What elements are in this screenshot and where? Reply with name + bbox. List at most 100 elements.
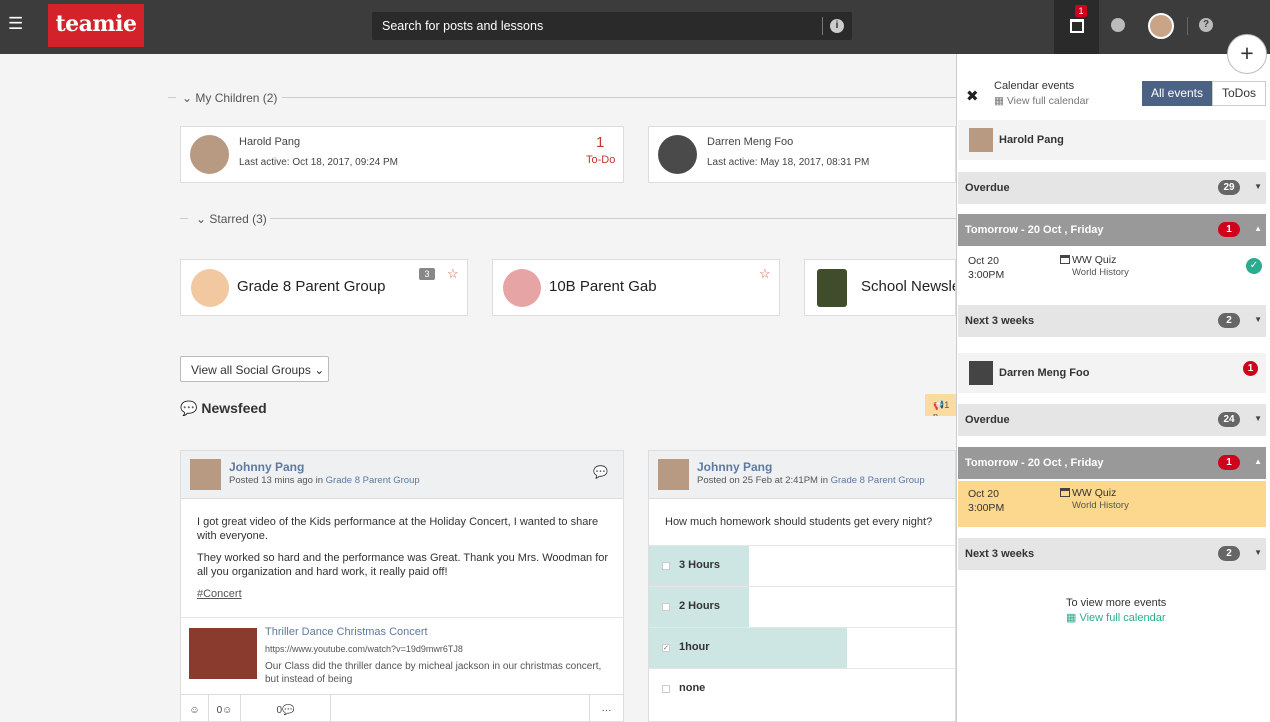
info-icon[interactable]: i [830,19,844,33]
poll-option[interactable]: none [649,668,955,708]
todo-label[interactable]: To-Do [586,154,615,166]
group-label: Overdue [965,182,1010,194]
section-divider [270,218,956,219]
poll-option[interactable]: 2 Hours [649,586,955,627]
caret-up-icon: ▲ [1254,457,1262,466]
group-next-weeks[interactable]: Next 3 weeks 2 ▼ [958,305,1266,337]
group-overdue[interactable]: Overdue 24 ▼ [958,404,1266,436]
event-course: World History [1072,500,1129,511]
calendar-event[interactable]: Oct 20 3:00PM WW Quiz World History ✓ [958,248,1266,294]
teamie-logo[interactable]: teamie [48,4,144,47]
post-author-avatar[interactable] [190,459,221,490]
more-options-button[interactable]: ··· [589,695,623,722]
kid-avatar [969,128,993,152]
hashtag-link[interactable]: #Concert [197,588,242,600]
event-date: Oct 20 [968,488,999,500]
poll-option-label: 1hour [679,641,710,653]
post-author[interactable]: Johnny Pang [229,460,304,474]
group-tomorrow[interactable]: Tomorrow - 20 Oct , Friday 1 ▲ [958,214,1266,246]
user-avatar[interactable] [1148,13,1174,39]
globe-icon[interactable] [1111,18,1125,32]
link-description: Our Class did the thriller dance by mich… [265,661,602,685]
group-logo [191,269,229,307]
help-icon[interactable]: ? [1199,18,1213,32]
child-avatar [190,135,229,174]
group-count: 1 [1218,455,1240,470]
todo-count[interactable]: 1 [596,134,604,151]
view-all-social-groups-button[interactable]: View all Social Groups ⌄ [180,356,329,382]
comment-icon[interactable]: 💬 [593,465,608,479]
view-all-label: View all Social Groups [191,363,311,377]
group-card-grade8[interactable]: Grade 8 Parent Group 3 ☆ [180,259,468,316]
event-time: 3:00PM [968,269,1005,281]
announcement-chip[interactable]: 📢1 n [925,394,956,416]
link-title[interactable]: Thriller Dance Christmas Concert [265,626,428,638]
post-divider [181,617,623,618]
post-meta: Posted on 25 Feb at 2:41PM in Grade 8 Pa… [697,475,925,486]
post-body-para2: They worked so hard and the performance … [197,552,609,578]
link-url[interactable]: https://www.youtube.com/watch?v=19d9mwr6… [265,644,463,654]
post-group-link[interactable]: Grade 8 Parent Group [326,475,420,486]
group-next-weeks[interactable]: Next 3 weeks 2 ▼ [958,538,1266,570]
comments-count[interactable]: 0💬 [241,695,331,722]
poll-option-label: 2 Hours [679,600,720,612]
post-group-link[interactable]: Grade 8 Parent Group [831,475,925,486]
search-divider [822,17,823,35]
quiz-icon [1060,255,1070,264]
search-bar[interactable]: Search for posts and lessons i [372,12,852,40]
child-card-darren[interactable]: Darren Meng Foo Last active: May 18, 201… [648,126,956,183]
add-button[interactable]: + [1227,34,1267,74]
comments-icon: 💬 [180,400,198,416]
group-name: Grade 8 Parent Group [237,278,386,295]
child-card-harold[interactable]: Harold Pang Last active: Oct 18, 2017, 0… [180,126,624,183]
star-icon[interactable]: ☆ [759,266,771,282]
starred-heading[interactable]: ⌄ Starred (3) [196,212,267,226]
post-meta: Posted 13 mins ago in Grade 8 Parent Gro… [229,475,420,486]
post-author[interactable]: Johnny Pang [697,460,772,474]
poll-option[interactable]: 3 Hours [649,545,955,586]
poll-checkbox[interactable] [662,562,670,570]
child-name: Harold Pang [239,136,301,148]
calendar-kid-darren[interactable]: Darren Meng Foo 1 [958,353,1266,393]
group-card-newsletter[interactable]: School Newsle [804,259,956,316]
post-time: Posted on 25 Feb at 2:41PM in [697,475,831,486]
calendar-kid-harold[interactable]: Harold Pang [958,120,1266,160]
likes-count[interactable]: 0☺ [209,695,241,722]
newsfeed-label: Newsfeed [201,400,267,416]
section-divider [282,97,956,98]
calendar-event-highlighted[interactable]: Oct 20 3:00PM WW Quiz World History [958,481,1266,527]
group-tomorrow[interactable]: Tomorrow - 20 Oct , Friday 1 ▲ [958,447,1266,479]
quiz-icon [1060,488,1070,497]
like-button[interactable]: ☺ [181,695,209,722]
group-card-10b[interactable]: 10B Parent Gab ☆ [492,259,780,316]
view-full-calendar-bottom-link[interactable]: ▦ View full calendar [1066,611,1165,624]
group-count: 2 [1218,313,1240,328]
tab-todos[interactable]: ToDos [1212,81,1266,106]
star-icon[interactable]: ☆ [447,266,459,282]
event-datetime: Oct 20 3:00PM [968,487,1004,515]
poll-question: How much homework should students get ev… [665,516,933,528]
video-thumbnail[interactable] [189,628,257,679]
my-children-heading[interactable]: ⌄ My Children (2) [182,91,277,105]
poll-option[interactable]: ✓ 1hour [649,627,955,668]
post-author-avatar[interactable] [658,459,689,490]
group-name: School Newsle [861,278,956,295]
post-body-para1: I got great video of the Kids performanc… [197,516,599,542]
poll-checkbox[interactable] [662,603,670,611]
kid-name: Darren Meng Foo [999,367,1090,379]
calendar-button[interactable]: 1 [1054,0,1099,54]
poll-checkbox[interactable] [662,685,670,693]
section-divider [180,218,188,219]
event-datetime: Oct 20 3:00PM [968,254,1004,282]
group-count: 1 [1218,222,1240,237]
hamburger-menu-icon[interactable]: ☰ [8,15,23,32]
topbar-divider [1187,17,1188,35]
poll-checked-box[interactable]: ✓ [662,644,670,652]
post-header: Johnny Pang Posted on 25 Feb at 2:41PM i… [649,451,955,499]
view-full-calendar-link[interactable]: ▦ View full calendar [994,95,1089,107]
tab-all-events[interactable]: All events [1142,81,1212,106]
search-input[interactable]: Search for posts and lessons [382,19,543,33]
close-icon[interactable]: ✖ [966,87,979,105]
group-overdue[interactable]: Overdue 29 ▼ [958,172,1266,204]
child-last-active: Last active: May 18, 2017, 08:31 PM [707,157,870,168]
